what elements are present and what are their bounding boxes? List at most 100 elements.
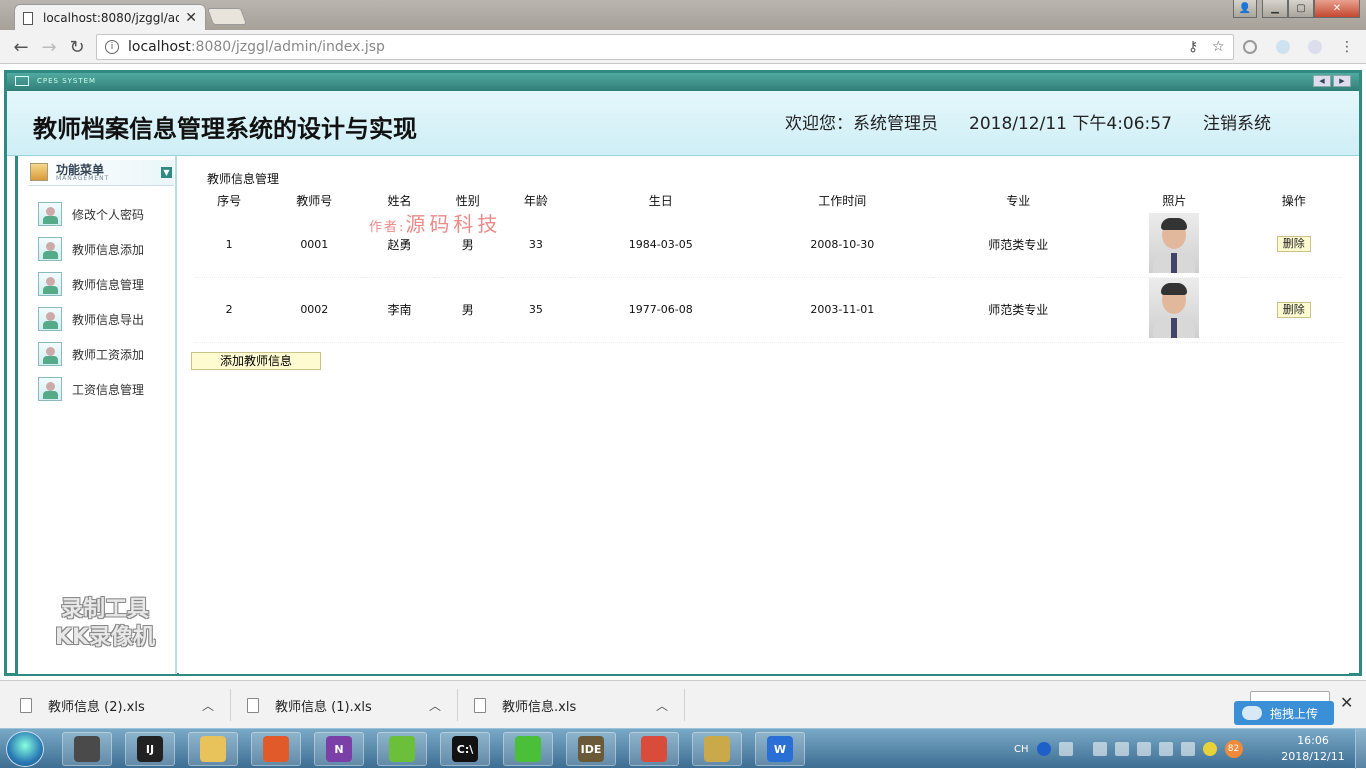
taskbar-button[interactable] [251,732,301,766]
user-card-icon [38,342,62,366]
chrome-menu-icon[interactable]: ⋮ [1340,39,1354,55]
taskbar-button[interactable] [503,732,553,766]
author-label: 作者: [369,220,406,235]
taskbar-button[interactable] [62,732,112,766]
user-card-icon [38,202,62,226]
help-icon[interactable] [1036,742,1051,756]
sidebar-item-change-password[interactable]: 修改个人密码 [38,201,168,227]
taskbar-button[interactable] [188,732,238,766]
taskbar-button[interactable] [377,732,427,766]
forward-arrow-icon[interactable]: → [38,36,60,58]
download-file-name: 教师信息 (2).xls [48,699,145,715]
page-title: 教师信息管理 [207,172,280,186]
browser-tab[interactable]: localhost:8080/jzggl/ad ✕ [14,4,206,31]
cell-photo [1103,212,1246,278]
download-file-name: 教师信息 (1).xls [275,699,372,715]
taskbar-button[interactable] [629,732,679,766]
close-window-button[interactable]: ✕ [1314,0,1360,18]
teacher-table: 序号 教师号 姓名 性别 年龄 生日 工作时间 专业 照片 操作 1 0001 … [195,188,1342,343]
score-badge[interactable]: 82 [1224,740,1243,758]
taskbar-button[interactable] [692,732,742,766]
extension-icon[interactable] [1276,40,1290,54]
show-hidden-icon[interactable] [1114,742,1129,756]
taskbar-button[interactable]: IJ [125,732,175,766]
main-content: 教师信息管理 序号 教师号 姓名 性别 年龄 生日 工作时间 专业 照片 操作 [179,156,1349,674]
logout-link[interactable]: 注销系统 [1203,109,1271,134]
sidebar-item-export-teacher[interactable]: 教师信息导出 [38,306,168,332]
delete-button[interactable]: 删除 [1276,301,1311,318]
extension-icon-2[interactable] [1308,40,1322,54]
tab-close-icon[interactable]: ✕ [185,10,197,26]
sidebar-item-label: 教师信息管理 [72,277,145,292]
welcome-text: 欢迎您：系统管理员 [785,114,938,134]
table-row: 1 0001 赵勇 男 33 1984-03-05 2008-10-30 师范类… [195,212,1342,278]
cmd-icon: C:\ [452,736,478,762]
reload-icon[interactable]: ↻ [66,36,88,58]
taskbar-button[interactable]: W [755,732,805,766]
cell-teacher-id: 0002 [263,277,366,343]
network-icon[interactable] [1136,742,1151,756]
battery-icon[interactable] [1092,742,1107,756]
right-arrow-icon[interactable]: ▶ [1333,75,1351,87]
intellij-icon: IJ [137,736,163,762]
show-desktop-button[interactable] [1355,729,1366,769]
collapse-icon[interactable]: ▼ [161,167,172,178]
green-app-icon [389,736,415,762]
cell-major: 师范类专业 [933,212,1104,278]
divider [684,689,685,721]
add-teacher-button[interactable]: 添加教师信息 [191,352,321,370]
address-bar[interactable]: i localhost:8080/jzggl/admin/index.jsp [96,34,1234,60]
download-item[interactable]: 教师信息 (2).xls ︿ [20,689,220,721]
user-card-icon [38,377,62,401]
cell-photo [1103,277,1246,343]
plus-app-icon[interactable] [1202,742,1217,756]
info-icon[interactable]: i [105,40,119,54]
sidebar-item-label: 教师信息导出 [72,312,145,327]
tab-title: localhost:8080/jzggl/ad [43,11,180,25]
extension-circle-icon[interactable] [1243,40,1257,54]
delete-button[interactable]: 删除 [1276,236,1311,253]
download-item[interactable]: 教师信息 (1).xls ︿ [247,689,447,721]
taskbar-button[interactable]: IDE [566,732,616,766]
column-header: 序号 [217,193,242,208]
close-downloads-icon[interactable]: ✕ [1340,693,1353,712]
download-item[interactable]: 教师信息.xls ︿ [474,689,674,721]
chevron-up-icon[interactable]: ︿ [202,697,214,714]
bookmark-star-icon[interactable]: ☆ [1212,39,1225,55]
start-button[interactable] [6,731,44,767]
profile-icon[interactable]: 👤 [1233,0,1257,18]
sidebar-item-add-salary[interactable]: 教师工资添加 [38,341,168,367]
cell-no: 1 [195,212,264,278]
column-header: 专业 [1006,193,1031,208]
chevron-up-icon[interactable]: ︿ [429,697,441,714]
teacher-photo [1149,278,1200,338]
minimize-button[interactable]: ▁ [1262,0,1288,18]
tray-arrow-icon[interactable] [1058,742,1073,756]
user-card-icon [38,237,62,261]
cell-major: 师范类专业 [933,277,1104,343]
back-arrow-icon[interactable]: ← [10,36,32,58]
chevron-up-icon[interactable]: ︿ [656,697,668,714]
system-label: CPES SYSTEM [37,77,97,85]
volume-icon[interactable] [1180,742,1195,756]
language-indicator[interactable]: CH [1014,744,1029,755]
clock[interactable]: 16:06 2018/12/11 [1278,733,1348,765]
left-arrow-icon[interactable]: ◀ [1313,75,1331,87]
browser-toolbar: ← → ↻ i localhost:8080/jzggl/admin/index… [0,30,1366,64]
recorder-line-1: 录制工具 [60,597,149,622]
sidebar-item-add-teacher[interactable]: 教师信息添加 [38,236,168,262]
key-icon[interactable]: ⚷ [1188,39,1198,55]
maximize-button[interactable]: ▢ [1288,0,1314,18]
taskbar-button[interactable]: C:\ [440,732,490,766]
upload-tooltip[interactable]: 拖拽上传 [1234,701,1334,725]
sidebar-item-manage-teacher[interactable]: 教师信息管理 [38,271,168,297]
taskbar-button[interactable]: N [314,732,364,766]
url-text: localhost:8080/jzggl/admin/index.jsp [128,39,385,55]
device-icon[interactable] [1158,742,1173,756]
wps-icon: W [767,736,793,762]
cell-name: 李南 [365,277,434,343]
sidebar-item-manage-salary[interactable]: 工资信息管理 [38,376,168,402]
app-top-strip: CPES SYSTEM ◀ ▶ [7,73,1359,91]
table-header-row: 序号 教师号 姓名 性别 年龄 生日 工作时间 专业 照片 操作 [195,188,1342,212]
new-tab-button[interactable] [206,8,248,25]
